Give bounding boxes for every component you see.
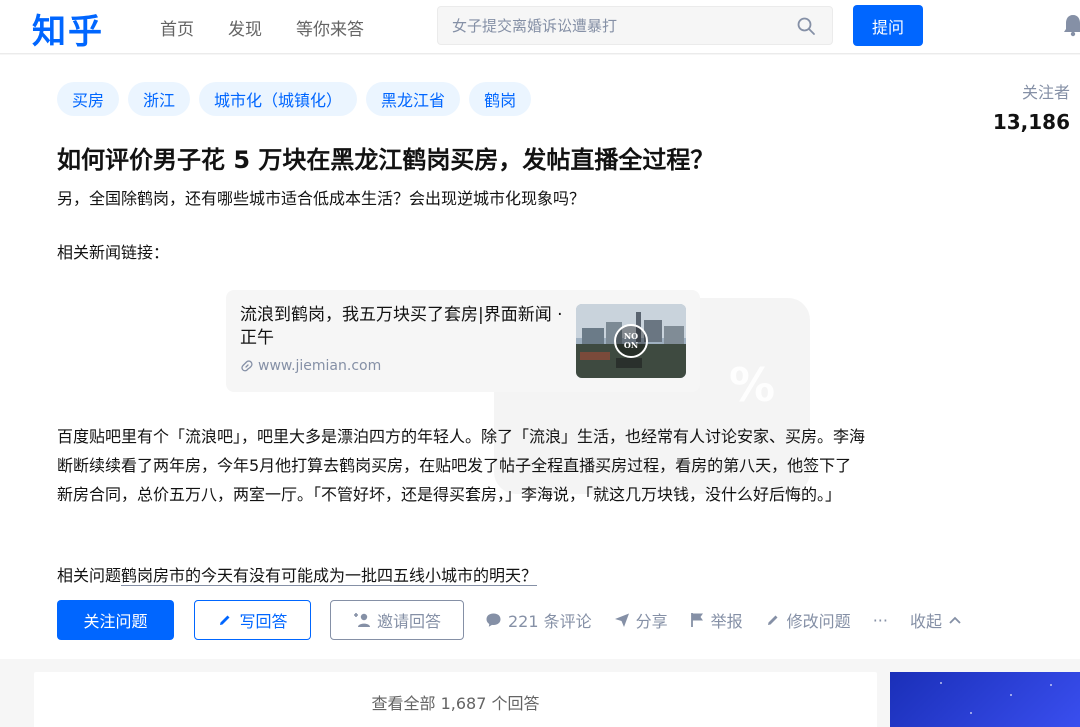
comment-icon (486, 613, 501, 627)
comments-button[interactable]: 221 条评论 (485, 608, 592, 632)
related-question: 相关问题鹤岗房市的今天有没有可能成为一批四五线小城市的明天？ (57, 563, 538, 589)
chevron-up-icon (949, 616, 961, 624)
share-label: 分享 (635, 612, 668, 631)
question-body-text: 百度贴吧里有个「流浪吧」，吧里大多是漂泊四方的年轻人。除了「流浪」生活，也经常有… (57, 427, 866, 504)
search-input[interactable] (452, 15, 782, 37)
news-label: 相关新闻链接： (57, 243, 170, 262)
flag-icon (690, 613, 703, 627)
watermark-text: % (729, 358, 776, 412)
question-title: 如何评价男子花 5 万块在黑龙江鹤岗买房，发帖直播全过程？ (57, 146, 715, 174)
topic-tag[interactable]: 鹤岗 (469, 82, 532, 116)
collapse-button[interactable]: 收起 (910, 608, 962, 632)
view-all-answers-link[interactable]: 查看全部 1,687 个回答 (34, 690, 877, 714)
followers-label: 关注者 (1021, 83, 1070, 102)
topic-list: 买房 浙江 城市化（城镇化） 黑龙江省 鹤岗 (57, 82, 532, 116)
followers-count: 13,186 (992, 110, 1070, 134)
more-options-button[interactable]: ··· (873, 611, 888, 630)
news-link-card[interactable]: 流浪到鹤岗，我五万块买了套房|界面新闻 · 正午 www.jiemian.com… (226, 290, 700, 392)
question-detail: 另，全国除鹤岗，还有哪些城市适合低成本生活？会出现逆城市化现象吗？ 相关新闻链接… (57, 185, 877, 293)
search-box (437, 6, 833, 45)
related-question-link[interactable]: 鹤岗房市的今天有没有可能成为一批四五线小城市的明天？ (121, 566, 538, 586)
answers-card: 查看全部 1,687 个回答 (34, 672, 877, 727)
share-button[interactable]: 分享 (614, 608, 668, 632)
nav-explore[interactable]: 发现 (228, 15, 262, 40)
collapse-label: 收起 (909, 612, 942, 631)
ask-button[interactable]: 提问 (853, 5, 923, 46)
edit-question-label: 修改问题 (786, 612, 851, 631)
invite-user-icon (353, 613, 370, 627)
search-icon[interactable] (796, 16, 816, 36)
follower-stats: 关注者 13,186 (993, 79, 1070, 134)
question-header: 买房 浙江 城市化（城镇化） 黑龙江省 鹤岗 关注者 13,186 如何评价男子… (0, 55, 1080, 659)
link-card-title: 流浪到鹤岗，我五万块买了套房|界面新闻 · 正午 (240, 305, 563, 348)
invite-answer-button[interactable]: 邀请回答 (330, 600, 464, 640)
pencil-icon (767, 615, 778, 625)
topic-tag[interactable]: 城市化（城镇化） (199, 82, 358, 116)
link-icon (241, 360, 253, 372)
link-thumbnail-image: NO ON (576, 304, 686, 378)
main-nav: 首页 发现 等你来答 (160, 15, 398, 40)
comments-count: 221 条评论 (508, 612, 592, 631)
svg-text:ON: ON (624, 340, 638, 350)
topic-tag[interactable]: 买房 (57, 82, 120, 116)
edit-question-button[interactable]: 修改问题 (765, 608, 851, 632)
nav-home[interactable]: 首页 (160, 15, 194, 40)
bell-icon[interactable] (1062, 13, 1080, 37)
write-answer-label: 写回答 (239, 612, 288, 631)
link-card-url: www.jiemian.com (240, 358, 381, 374)
top-header: 知乎 首页 发现 等你来答 提问 (0, 0, 1080, 54)
link-url-text: www.jiemian.com (258, 358, 382, 374)
report-label: 举报 (710, 612, 743, 631)
zhihu-logo[interactable]: 知乎 (32, 4, 104, 53)
invite-answer-label: 邀请回答 (376, 612, 441, 631)
pencil-icon (220, 615, 230, 625)
topic-tag[interactable]: 黑龙江省 (366, 82, 461, 116)
question-actions: 关注问题 写回答 邀请回答 221 条评论 分享 举报 修改问题 ··· 收起 (57, 600, 962, 640)
nav-waiting[interactable]: 等你来答 (296, 15, 364, 40)
related-prefix: 相关问题 (57, 566, 122, 585)
detail-text: 另，全国除鹤岗，还有哪些城市适合低成本生活？会出现逆城市化现象吗？ (57, 189, 586, 208)
side-banner-image[interactable] (890, 672, 1080, 727)
report-button[interactable]: 举报 (690, 608, 743, 632)
write-answer-button[interactable]: 写回答 (194, 600, 311, 640)
topic-tag[interactable]: 浙江 (128, 82, 191, 116)
follow-question-button[interactable]: 关注问题 (57, 600, 174, 640)
share-icon (614, 613, 629, 627)
